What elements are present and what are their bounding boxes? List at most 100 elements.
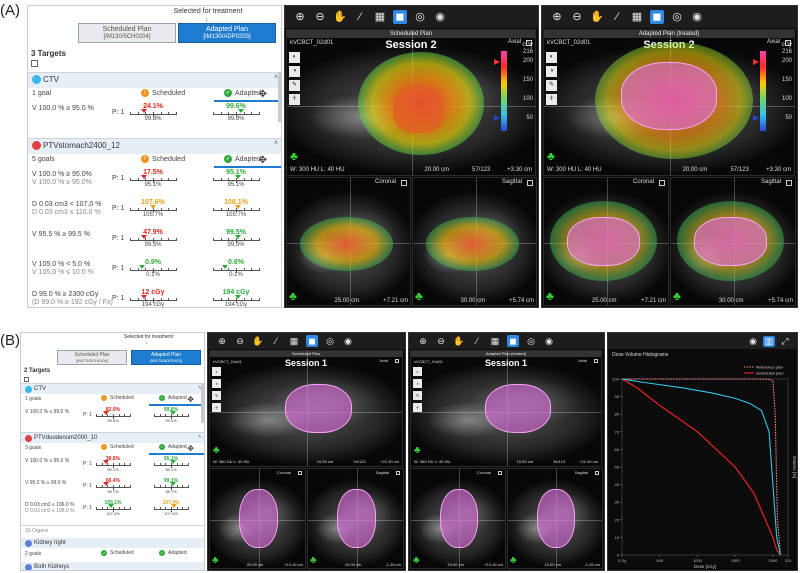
sagittal-pane[interactable]: Sagittal ♣ 10.00 cm -1.26 cm — [507, 468, 603, 569]
zoom-in-icon[interactable]: ⊕ — [293, 10, 307, 24]
zoom-out-icon[interactable]: ⊖ — [313, 10, 327, 24]
ruler-icon[interactable]: ⁄ — [610, 10, 624, 24]
person-icon[interactable]: ☥ — [546, 94, 557, 105]
zoom-out-icon[interactable]: ⊖ — [234, 335, 246, 347]
adapted-plan-id: [IM130/ADP0203] — [203, 34, 251, 41]
person-icon[interactable]: ☥ — [289, 94, 300, 105]
window-icon[interactable]: ◼ — [393, 10, 407, 24]
collapse-icon[interactable]: ˄ — [274, 140, 278, 147]
targets-checkbox[interactable] — [24, 377, 29, 382]
brush-icon[interactable]: ✎ — [413, 391, 422, 400]
session-title: Session 1 — [484, 358, 528, 368]
brush-icon[interactable]: ✎ — [546, 80, 557, 91]
hand-icon[interactable]: ✋ — [252, 335, 264, 347]
maximize-icon[interactable] — [401, 180, 407, 186]
contour-icon[interactable]: ◎ — [413, 10, 427, 24]
orientation-manikin-icon: ♣ — [289, 289, 297, 303]
axial-pane[interactable]: Scheduled Plan kVCBCT_01a01 Session 1 Axial… — [209, 350, 403, 467]
ruler-icon[interactable]: ⁄ — [353, 10, 367, 24]
contrast-icon[interactable]: ◐ — [413, 367, 422, 376]
person-icon[interactable]: ☥ — [212, 403, 221, 412]
contour-icon[interactable]: ◎ — [670, 10, 684, 24]
contour-icon[interactable]: ◎ — [525, 335, 537, 347]
sagittal-pane[interactable]: Sagittal ♣ 30.00 cm +5.74 cm — [670, 177, 796, 306]
half-icon[interactable]: ◑ — [413, 379, 422, 388]
maximize-icon[interactable] — [395, 359, 399, 363]
ruler-icon[interactable]: ⁄ — [471, 335, 483, 347]
brush-icon[interactable]: ✎ — [212, 391, 221, 400]
target-icon[interactable]: ◉ — [433, 10, 447, 24]
adapted-reference: 99.5% — [165, 418, 177, 423]
ctv-section-header[interactable] — [28, 73, 281, 88]
contour-icon[interactable]: ◎ — [324, 335, 336, 347]
scale-distance: 10.00 cm — [544, 562, 561, 567]
scheduled-reference: 99.5% — [107, 418, 119, 423]
grid-icon[interactable]: ▦ — [288, 335, 300, 347]
zoom-out-icon[interactable]: ⊖ — [570, 10, 584, 24]
hand-icon[interactable]: ✋ — [590, 10, 604, 24]
adapted-plan-button[interactable]: Adapted Plan [IM175/ADP0103] — [131, 350, 201, 365]
eye-icon[interactable]: ◉ — [747, 336, 759, 347]
slice-index: 57/123 — [472, 167, 491, 173]
target-icon[interactable]: ◉ — [543, 335, 555, 347]
window-icon[interactable]: ◼ — [507, 335, 519, 347]
goal-label: V 100.0 % ≥ 99.0 % — [25, 409, 70, 415]
axial-pane[interactable]: Adapted Plan (treated)kVCBCT_02d01Sessio… — [543, 29, 795, 176]
move-icon[interactable]: ✥ — [187, 395, 194, 404]
grid-icon[interactable]: ▦ — [373, 10, 387, 24]
half-icon[interactable]: ◑ — [546, 66, 557, 77]
axial-pane[interactable]: Scheduled Plan kVCBCT_02d01 Session 2 Axial… — [286, 29, 536, 176]
scheduled-plan-button[interactable]: Scheduled Plan [IM130/5CH0204] — [78, 23, 176, 43]
scheduled-plan-button[interactable]: Scheduled Plan [IM175/SCH0104] — [57, 350, 127, 365]
adapted-plan-button[interactable]: Adapted Plan [IM130/ADP0203] — [178, 23, 276, 43]
ptv-contour — [485, 383, 552, 433]
expand-icon[interactable]: ⤢ — [779, 336, 791, 347]
gauge-tick — [165, 414, 167, 417]
targets-checkbox[interactable] — [31, 60, 38, 67]
coronal-pane[interactable]: Coronal ♣ 25.00 cm +7.21 cm — [286, 177, 411, 306]
person-icon[interactable]: ☥ — [413, 403, 422, 412]
contrast-icon[interactable]: ◐ — [289, 52, 300, 63]
window-icon[interactable]: ◼ — [306, 335, 318, 347]
contrast-icon[interactable]: ◐ — [546, 52, 557, 63]
hand-icon[interactable]: ✋ — [453, 335, 465, 347]
maximize-icon[interactable] — [595, 471, 599, 475]
scrollbar[interactable] — [201, 383, 204, 423]
maximize-icon[interactable] — [594, 359, 598, 363]
coronal-pane[interactable]: Coronal ♣ 20.00 cm +10.16 cm — [410, 468, 506, 569]
grid-icon[interactable]: ▦ — [630, 10, 644, 24]
maximize-icon[interactable] — [498, 471, 502, 475]
contrast-icon[interactable]: ◐ — [212, 367, 221, 376]
zoom-in-icon[interactable]: ⊕ — [550, 10, 564, 24]
axial-pane[interactable]: Adapted Plan (treated) kVCBCT_01a01 Sessio… — [410, 350, 602, 467]
sagittal-pane[interactable]: Sagittal ♣ 30.00 cm +5.74 cm — [412, 177, 537, 306]
maximize-icon[interactable] — [786, 180, 792, 186]
sagittal-pane[interactable]: Sagittal ♣ 10.00 cm -1.26 cm — [307, 468, 404, 569]
brush-icon[interactable]: ✎ — [289, 80, 300, 91]
scrollbar[interactable] — [278, 72, 281, 122]
ruler-icon[interactable]: ⁄ — [270, 335, 282, 347]
window-icon[interactable]: ◼ — [650, 10, 664, 24]
target-icon[interactable]: ◉ — [690, 10, 704, 24]
coronal-pane[interactable]: Coronal ♣ 25.00 cm +7.21 cm — [543, 177, 669, 306]
slice-position: +5.74 cm — [509, 298, 534, 304]
zoom-in-icon[interactable]: ⊕ — [216, 335, 228, 347]
half-icon[interactable]: ◑ — [289, 66, 300, 77]
grid-icon[interactable]: ▦ — [489, 335, 501, 347]
coronal-pane[interactable]: Coronal ♣ 20.00 cm +10.16 cm — [209, 468, 306, 569]
maximize-icon[interactable] — [527, 180, 533, 186]
half-icon[interactable]: ◑ — [212, 379, 221, 388]
scheduled-label: Scheduled — [110, 444, 134, 450]
ctv-section-header[interactable] — [21, 384, 204, 394]
maximize-icon[interactable] — [659, 180, 665, 186]
target-icon[interactable]: ◉ — [342, 335, 354, 347]
gauge-marker — [169, 411, 176, 415]
zoom-in-icon[interactable]: ⊕ — [417, 335, 429, 347]
collapse-icon[interactable]: ˄ — [198, 434, 201, 440]
maximize-icon[interactable] — [298, 471, 302, 475]
move-icon[interactable]: ✥ — [187, 444, 194, 453]
maximize-icon[interactable] — [396, 471, 400, 475]
zoom-out-icon[interactable]: ⊖ — [435, 335, 447, 347]
hand-icon[interactable]: ✋ — [333, 10, 347, 24]
chart-icon[interactable]: ▥ — [763, 335, 775, 347]
